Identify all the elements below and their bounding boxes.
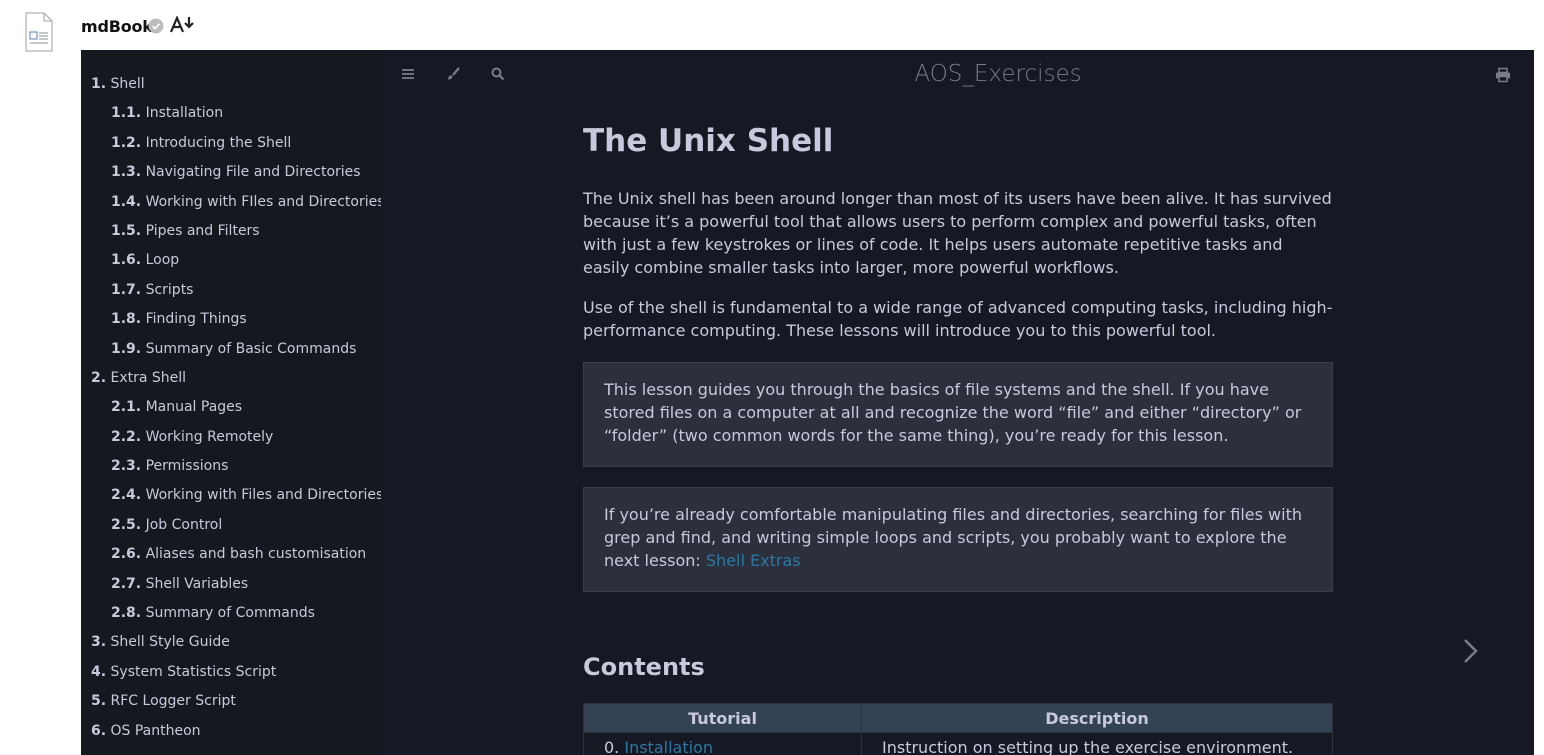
font-download-icon[interactable] bbox=[170, 16, 196, 34]
chevron-right-icon[interactable] bbox=[1462, 638, 1480, 664]
sidebar-item-permissions[interactable]: 2.3. Permissions bbox=[111, 458, 228, 474]
sidebar-item-loop[interactable]: 1.6. Loop bbox=[111, 252, 179, 268]
tutorial-cell: 0. Installation bbox=[583, 732, 862, 755]
app-title: mdBook bbox=[81, 17, 153, 36]
sidebar-item-shell-variables[interactable]: 2.7. Shell Variables bbox=[111, 576, 248, 592]
intro-paragraph: The Unix shell has been around longer th… bbox=[583, 189, 1332, 277]
sidebar-item-summary-commands[interactable]: 2.8. Summary of Commands bbox=[111, 605, 315, 621]
sidebar-item-extra-shell[interactable]: 2. Extra Shell bbox=[91, 370, 186, 386]
next-lesson-note-body: If you’re already comfortable manipulati… bbox=[584, 488, 1332, 587]
verified-icon bbox=[148, 18, 164, 34]
sidebar-item-system-stats[interactable]: 4. System Statistics Script bbox=[91, 664, 276, 680]
sidebar-item-working-files-2[interactable]: 2.4. Working with Files and Directories bbox=[111, 487, 383, 503]
sidebar: 1. Shell 1.1. Installation 1.2. Introduc… bbox=[81, 50, 385, 755]
table-header-row: Tutorial Description bbox=[583, 703, 1333, 733]
contents-table: Tutorial Description 0. Installation Ins… bbox=[583, 703, 1333, 755]
sidebar-item-working-remotely[interactable]: 2.2. Working Remotely bbox=[111, 429, 273, 445]
table-row: 0. Installation Instruction on setting u… bbox=[583, 732, 1333, 755]
book-title: AOS_Exercises bbox=[914, 61, 1082, 87]
column-header-tutorial: Tutorial bbox=[583, 703, 862, 733]
next-lesson-note: If you’re already comfortable manipulati… bbox=[583, 487, 1333, 592]
sidebar-item-installation[interactable]: 1.1. Installation bbox=[111, 105, 223, 121]
menu-bar: AOS_Exercises bbox=[381, 50, 1534, 100]
shell-usage-paragraph: Use of the shell is fundamental to a wid… bbox=[583, 298, 1333, 340]
sidebar-item-working-files[interactable]: 1.4. Working with FIles and Directories bbox=[111, 194, 385, 210]
page-title: The Unix Shell bbox=[583, 123, 834, 159]
sidebar-item-shell[interactable]: 1. Shell bbox=[91, 76, 145, 92]
sidebar-item-job-control[interactable]: 2.5. Job Control bbox=[111, 517, 222, 533]
sidebar-item-pipes-filters[interactable]: 1.5. Pipes and Filters bbox=[111, 223, 260, 239]
prerequisite-note: This lesson guides you through the basic… bbox=[583, 362, 1333, 467]
column-header-description: Description bbox=[861, 703, 1333, 733]
sidebar-item-manual-pages[interactable]: 2.1. Manual Pages bbox=[111, 399, 242, 415]
sidebar-item-scripts[interactable]: 1.7. Scripts bbox=[111, 282, 193, 298]
sidebar-item-aliases[interactable]: 2.6. Aliases and bash customisation bbox=[111, 546, 366, 562]
sidebar-item-finding-things[interactable]: 1.8. Finding Things bbox=[111, 311, 247, 327]
sidebar-item-os-pantheon[interactable]: 6. OS Pantheon bbox=[91, 723, 201, 739]
contents-heading: Contents bbox=[583, 653, 705, 681]
sidebar-item-style-guide[interactable]: 3. Shell Style Guide bbox=[91, 634, 230, 650]
tutorial-number: 0. bbox=[604, 737, 620, 755]
print-icon[interactable] bbox=[1495, 67, 1511, 83]
app-bar: mdBook bbox=[0, 0, 1544, 52]
shell-extras-link[interactable]: Shell Extras bbox=[706, 551, 801, 570]
sidebar-item-navigating[interactable]: 1.3. Navigating File and Directories bbox=[111, 164, 361, 180]
sidebar-item-summary-basic[interactable]: 1.9. Summary of Basic Commands bbox=[111, 341, 356, 357]
file-icon bbox=[25, 12, 53, 52]
sidebar-item-introducing-shell[interactable]: 1.2. Introducing the Shell bbox=[111, 135, 291, 151]
content-area: AOS_Exercises The Unix Shell The Unix sh… bbox=[381, 50, 1534, 755]
description-cell: Instruction on setting up the exercise e… bbox=[861, 732, 1333, 755]
installation-link[interactable]: Installation bbox=[624, 738, 713, 755]
sidebar-item-rfc-logger[interactable]: 5. RFC Logger Script bbox=[91, 693, 236, 709]
book-frame: 1. Shell 1.1. Installation 1.2. Introduc… bbox=[81, 50, 1534, 755]
prerequisite-note-text: This lesson guides you through the basic… bbox=[604, 380, 1302, 445]
